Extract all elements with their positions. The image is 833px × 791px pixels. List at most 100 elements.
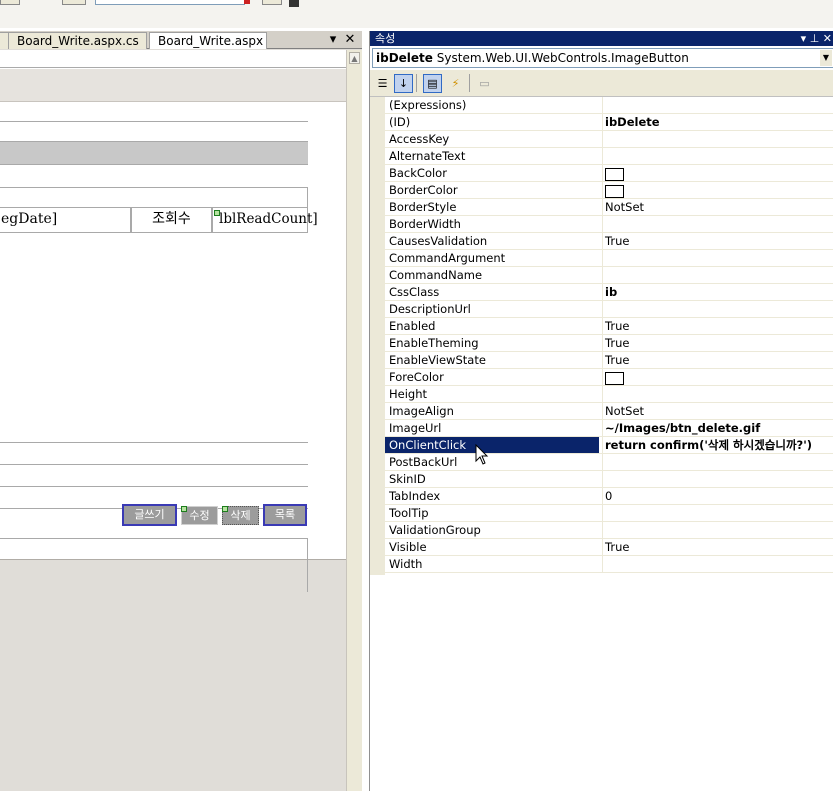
property-value[interactable]	[602, 556, 833, 572]
property-value[interactable]: NotSet	[602, 403, 833, 419]
property-row[interactable]: EnableViewState True	[385, 352, 833, 369]
property-row[interactable]: BackColor	[385, 165, 833, 182]
property-row[interactable]: EnableTheming True	[385, 335, 833, 352]
property-row[interactable]: ValidationGroup	[385, 522, 833, 539]
property-value[interactable]: True	[602, 318, 833, 334]
property-name[interactable]: ImageUrl	[389, 420, 599, 436]
property-value[interactable]: True	[602, 352, 833, 368]
property-name[interactable]: OnClientClick	[385, 437, 599, 453]
object-selector[interactable]: ibDelete System.Web.UI.WebControls.Image…	[372, 48, 833, 68]
property-value[interactable]	[602, 131, 833, 147]
property-value[interactable]	[602, 386, 833, 402]
property-value[interactable]: 0	[602, 488, 833, 504]
property-value[interactable]: ~/Images/btn_delete.gif	[602, 420, 833, 436]
property-value[interactable]: ib	[602, 284, 833, 300]
dropdown-arrow-icon[interactable]	[289, 0, 299, 7]
property-name[interactable]: EnableViewState	[389, 352, 599, 368]
property-name[interactable]: CommandName	[389, 267, 599, 283]
property-value[interactable]	[602, 267, 833, 283]
property-value[interactable]: True	[602, 233, 833, 249]
property-value[interactable]	[602, 369, 833, 385]
property-row[interactable]: Visible True	[385, 539, 833, 556]
property-row[interactable]: ForeColor	[385, 369, 833, 386]
close-icon[interactable]: ✕	[343, 31, 357, 48]
property-value[interactable]	[602, 216, 833, 232]
property-row[interactable]: BorderWidth	[385, 216, 833, 233]
property-name[interactable]: CommandArgument	[389, 250, 599, 266]
property-value[interactable]: NotSet	[602, 199, 833, 215]
property-row[interactable]: DescriptionUrl	[385, 301, 833, 318]
design-canvas[interactable]: egDate] 조회수 lblReadCount] 글쓰기 수정 삭제 목록	[0, 50, 346, 791]
property-value[interactable]	[602, 505, 833, 521]
property-value[interactable]: return confirm('삭제 하시겠습니까?')	[602, 437, 833, 453]
property-name[interactable]: Enabled	[389, 318, 599, 334]
property-row[interactable]: OnClientClick return confirm('삭제 하시겠습니까?'…	[385, 437, 833, 454]
property-row[interactable]: ImageAlign NotSet	[385, 403, 833, 420]
property-name[interactable]: TabIndex	[389, 488, 599, 504]
property-row[interactable]: SkinID	[385, 471, 833, 488]
property-value[interactable]	[602, 301, 833, 317]
property-row[interactable]: PostBackUrl	[385, 454, 833, 471]
property-value[interactable]: True	[602, 335, 833, 351]
property-row[interactable]: TabIndex 0	[385, 488, 833, 505]
property-value[interactable]	[602, 454, 833, 470]
property-name[interactable]: Visible	[389, 539, 599, 555]
property-value[interactable]	[602, 471, 833, 487]
property-name[interactable]: ImageAlign	[389, 403, 599, 419]
property-row[interactable]: BorderStyle NotSet	[385, 199, 833, 216]
color-swatch[interactable]	[605, 371, 624, 385]
property-name[interactable]: BackColor	[389, 165, 599, 181]
regdate-label[interactable]: egDate]	[0, 207, 131, 233]
toolbar-button[interactable]	[0, 0, 20, 5]
property-row[interactable]: CommandName	[385, 267, 833, 284]
write-button[interactable]: 글쓰기	[122, 504, 177, 526]
tab-board-write-aspx[interactable]: Board_Write.aspx	[149, 32, 267, 49]
property-name[interactable]: CausesValidation	[389, 233, 599, 249]
list-button[interactable]: 목록	[263, 504, 307, 526]
property-row[interactable]: Width	[385, 556, 833, 573]
categorized-icon[interactable]: ☰	[373, 74, 392, 93]
toolbar-button[interactable]	[62, 0, 86, 5]
property-row[interactable]: BorderColor	[385, 182, 833, 199]
property-name[interactable]: BorderStyle	[389, 199, 599, 215]
property-row[interactable]: AlternateText	[385, 148, 833, 165]
property-row[interactable]: CausesValidation True	[385, 233, 833, 250]
property-name[interactable]: BorderWidth	[389, 216, 599, 232]
breakpoint-icon[interactable]	[244, 0, 250, 4]
properties-icon[interactable]: ▤	[423, 74, 442, 93]
property-value[interactable]	[602, 97, 833, 113]
property-value[interactable]	[602, 165, 833, 181]
property-name[interactable]: Width	[389, 556, 599, 572]
property-name[interactable]: EnableTheming	[389, 335, 599, 351]
property-name[interactable]: CssClass	[389, 284, 599, 300]
property-name[interactable]: ToolTip	[389, 505, 599, 521]
color-swatch[interactable]	[605, 184, 624, 198]
property-name[interactable]: ForeColor	[389, 369, 599, 385]
property-name[interactable]: BorderColor	[389, 182, 599, 198]
property-value[interactable]	[602, 522, 833, 538]
window-buttons[interactable]: ▾ ⊥ ✕	[801, 31, 832, 46]
readcount-label[interactable]: lblReadCount]	[212, 207, 318, 233]
property-row[interactable]: (ID) ibDelete	[385, 114, 833, 131]
property-value[interactable]: ibDelete	[602, 114, 833, 130]
toolbar-combo[interactable]	[95, 0, 245, 5]
vertical-scrollbar[interactable]: ▲	[346, 50, 362, 791]
property-value[interactable]	[602, 250, 833, 266]
property-name[interactable]: (ID)	[389, 114, 599, 130]
property-pages-icon[interactable]: ▭	[475, 74, 494, 93]
events-icon[interactable]: ⚡	[446, 74, 465, 93]
property-name[interactable]: DescriptionUrl	[389, 301, 599, 317]
property-name[interactable]: AlternateText	[389, 148, 599, 164]
property-value[interactable]	[602, 148, 833, 164]
property-value[interactable]	[602, 182, 833, 198]
property-name[interactable]: ValidationGroup	[389, 522, 599, 538]
property-name[interactable]: (Expressions)	[389, 97, 599, 113]
property-row[interactable]: Enabled True	[385, 318, 833, 335]
toolbar-button[interactable]	[262, 0, 282, 5]
property-row[interactable]: ToolTip	[385, 505, 833, 522]
property-name[interactable]: AccessKey	[389, 131, 599, 147]
scroll-up-icon[interactable]: ▲	[349, 52, 360, 64]
property-name[interactable]: SkinID	[389, 471, 599, 487]
tab-board-write-cs[interactable]: Board_Write.aspx.cs	[8, 32, 147, 49]
property-name[interactable]: PostBackUrl	[389, 454, 599, 470]
